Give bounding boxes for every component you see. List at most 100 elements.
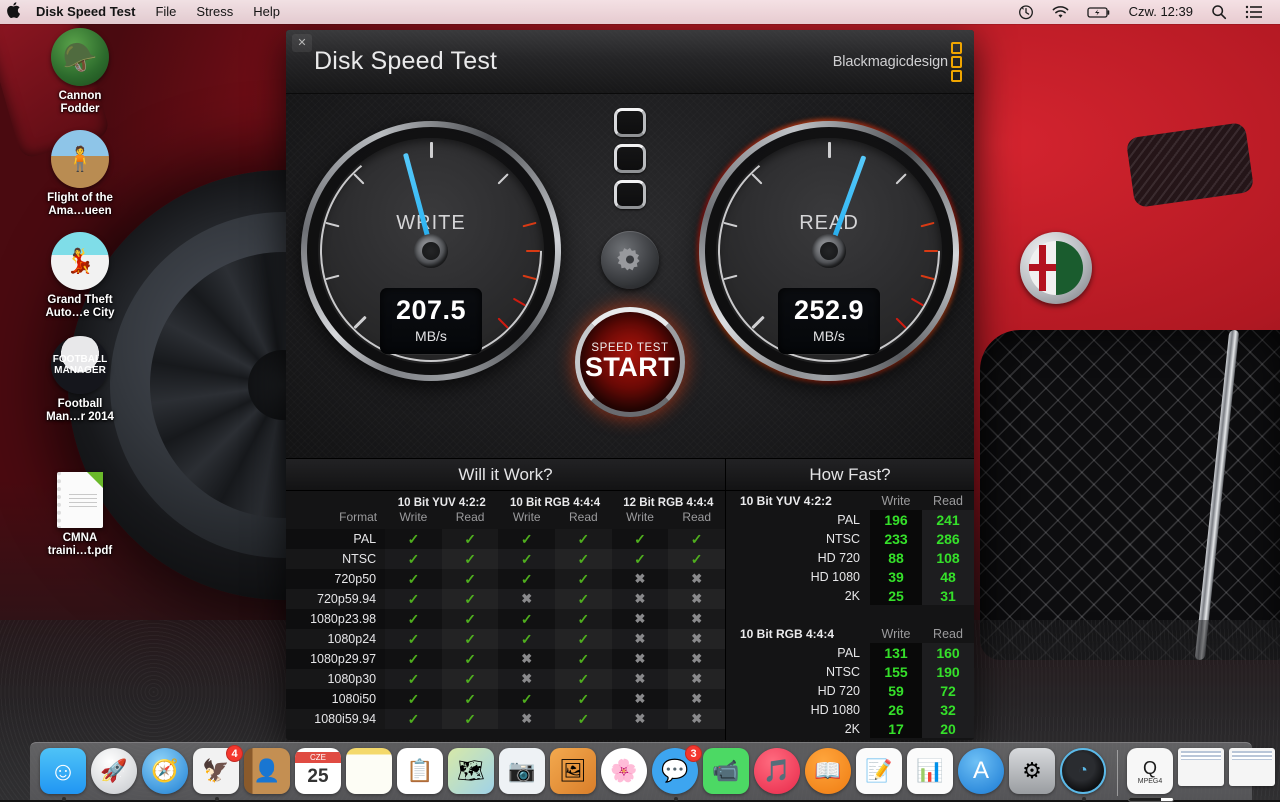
dock-item-maps[interactable]: 🗺 bbox=[448, 748, 496, 796]
results-area: Will it Work? 10 Bit YUV 4:2:2 10 Bit RG… bbox=[286, 459, 974, 740]
dock-item-photo-booth[interactable]: 📷 bbox=[499, 748, 547, 796]
speedometer-icon: ◔ bbox=[1060, 748, 1106, 794]
desktop-icon-flight-of-the-amazon-queen[interactable]: 🧍 Flight of theAma…ueen bbox=[25, 130, 135, 218]
write-speed-cell: 196 bbox=[870, 510, 922, 529]
dock-item-finder[interactable]: ☺ bbox=[40, 748, 88, 796]
cross-icon: ✖ bbox=[521, 671, 532, 686]
dock-minimized-mpeg4-file[interactable]: Q MPEG4 bbox=[1127, 748, 1175, 796]
dock-minimized-window-2[interactable] bbox=[1229, 748, 1277, 796]
dock-minimized-window-1[interactable] bbox=[1178, 748, 1226, 796]
menu-bar: Disk Speed Test File Stress Help Czw. 12… bbox=[0, 0, 1280, 24]
desktop-icon-cannon-fodder[interactable]: 🪖 CannonFodder bbox=[25, 28, 135, 116]
read-gauge-hub bbox=[812, 234, 846, 268]
menubar-clock[interactable]: Czw. 12:39 bbox=[1120, 0, 1202, 24]
check-icon: ✓ bbox=[464, 611, 476, 627]
time-machine-icon[interactable] bbox=[1009, 4, 1043, 20]
indicator-lamp-3 bbox=[614, 180, 646, 209]
dock-item-launchpad[interactable]: 🚀 bbox=[91, 748, 139, 796]
desktop-icon-football-manager-2014[interactable]: FOOTBALLMANAGER FootballMan…r 2014 bbox=[25, 336, 135, 424]
center-controls: SPEED TEST START bbox=[570, 94, 690, 459]
dock-item-ibooks[interactable]: 📖 bbox=[805, 748, 853, 796]
supported-cell: ✓ bbox=[498, 569, 555, 589]
cross-icon: ✖ bbox=[635, 651, 646, 666]
dock-item-mail[interactable]: 4 🦅 bbox=[193, 748, 241, 796]
dock-item-safari[interactable]: 🧭 bbox=[142, 748, 190, 796]
cross-icon: ✖ bbox=[691, 691, 702, 706]
settings-gear-button[interactable] bbox=[601, 231, 659, 289]
read-speed-cell: 20 bbox=[922, 719, 974, 738]
dock-item-preview[interactable]: 🖼 bbox=[550, 748, 598, 796]
how-fast-panel: How Fast? 10 Bit YUV 4:2:2WriteReadPAL19… bbox=[726, 459, 974, 740]
format-cell: 1080p29.97 bbox=[286, 649, 385, 669]
dock-item-itunes[interactable]: 🎵 bbox=[754, 748, 802, 796]
dock-item-app-store[interactable]: A bbox=[958, 748, 1006, 796]
column-header-format: Format bbox=[286, 510, 385, 529]
check-icon: ✓ bbox=[578, 631, 590, 647]
desktop-icon-cmna-training-pdf[interactable]: CMNAtraini…t.pdf bbox=[25, 472, 135, 558]
gauge-panel: WRITE 207.5 MB/s bbox=[286, 94, 974, 459]
menu-app-name[interactable]: Disk Speed Test bbox=[26, 0, 145, 24]
supported-cell: ✓ bbox=[555, 709, 612, 729]
will-it-work-table: 10 Bit YUV 4:2:2 10 Bit RGB 4:4:4 12 Bit… bbox=[286, 491, 725, 729]
wifi-icon[interactable] bbox=[1043, 5, 1078, 19]
check-icon: ✓ bbox=[578, 671, 590, 687]
supported-cell: ✓ bbox=[385, 709, 442, 729]
column-header-read-3: Read bbox=[668, 510, 725, 529]
table-row: NTSC233286 bbox=[726, 529, 974, 548]
dock-item-notes[interactable] bbox=[346, 748, 394, 796]
group-name: 10 Bit YUV 4:2:2 bbox=[726, 491, 870, 510]
unsupported-cell: ✖ bbox=[612, 669, 669, 689]
write-gauge-face: WRITE 207.5 MB/s bbox=[318, 138, 544, 364]
window-titlebar[interactable]: ✕ Disk Speed Test Blackmagicdesign bbox=[286, 30, 974, 94]
format-cell: 2K bbox=[726, 719, 870, 738]
check-icon: ✓ bbox=[464, 591, 476, 607]
battery-charging-icon[interactable] bbox=[1078, 6, 1120, 19]
check-icon: ✓ bbox=[578, 611, 590, 627]
dock-item-system-preferences[interactable]: ⚙ bbox=[1009, 748, 1057, 796]
dock-item-disk-speed-test[interactable]: ◔ bbox=[1060, 748, 1108, 796]
dock-item-facetime[interactable]: 📹 bbox=[703, 748, 751, 796]
supported-cell: ✓ bbox=[385, 609, 442, 629]
indicator-lamp-1 bbox=[614, 108, 646, 137]
flower-icon: 🌸 bbox=[601, 748, 647, 794]
dock-item-reminders[interactable]: 📋 bbox=[397, 748, 445, 796]
cross-icon: ✖ bbox=[691, 571, 702, 586]
table-row: 2K1720 bbox=[726, 719, 974, 738]
cross-icon: ✖ bbox=[691, 671, 702, 686]
column-header-read: Read bbox=[922, 624, 974, 643]
cross-icon: ✖ bbox=[691, 631, 702, 646]
dock-item-pages[interactable]: 📝 bbox=[856, 748, 904, 796]
menu-stress[interactable]: Stress bbox=[186, 0, 243, 24]
speed-test-start-button[interactable]: SPEED TEST START bbox=[575, 307, 685, 417]
game-app-icon: 🧍 bbox=[51, 130, 109, 188]
how-fast-group-header: 10 Bit RGB 4:4:4WriteRead bbox=[726, 624, 974, 643]
cross-icon: ✖ bbox=[521, 591, 532, 606]
dock-item-calendar[interactable]: CZE 25 bbox=[295, 748, 343, 796]
write-value: 207.5 bbox=[380, 295, 482, 326]
menu-help[interactable]: Help bbox=[243, 0, 290, 24]
calendar-month: CZE bbox=[295, 752, 341, 763]
desktop-icon-grand-theft-auto-vice-city[interactable]: 💃 Grand TheftAuto…e City bbox=[25, 232, 135, 320]
dock-item-numbers[interactable]: 📊 bbox=[907, 748, 955, 796]
close-icon[interactable]: ✕ bbox=[292, 34, 312, 52]
dock-item-photos[interactable]: 🌸 bbox=[601, 748, 649, 796]
address-book-icon: 👤 bbox=[244, 748, 290, 794]
write-speed-cell: 131 bbox=[870, 643, 922, 662]
open-book-icon: 📖 bbox=[805, 748, 851, 794]
supported-cell: ✓ bbox=[385, 589, 442, 609]
how-fast-title: How Fast? bbox=[726, 459, 974, 491]
supported-cell: ✓ bbox=[555, 689, 612, 709]
apple-logo-icon[interactable] bbox=[0, 2, 26, 23]
notification-center-icon[interactable] bbox=[1236, 5, 1272, 19]
dock-item-messages[interactable]: 3 💬 bbox=[652, 748, 700, 796]
menu-file[interactable]: File bbox=[145, 0, 186, 24]
table-row: 720p59.94✓✓✖✓✖✖ bbox=[286, 589, 725, 609]
read-speed-cell: 108 bbox=[922, 548, 974, 567]
pdf-file-icon bbox=[57, 472, 103, 528]
unsupported-cell: ✖ bbox=[498, 669, 555, 689]
table-row: 1080i50✓✓✓✓✖✖ bbox=[286, 689, 725, 709]
supported-cell: ✓ bbox=[442, 689, 499, 709]
table-row: 1080p24✓✓✓✓✖✖ bbox=[286, 629, 725, 649]
dock-item-contacts[interactable]: 👤 bbox=[244, 748, 292, 796]
search-icon[interactable] bbox=[1202, 4, 1236, 20]
